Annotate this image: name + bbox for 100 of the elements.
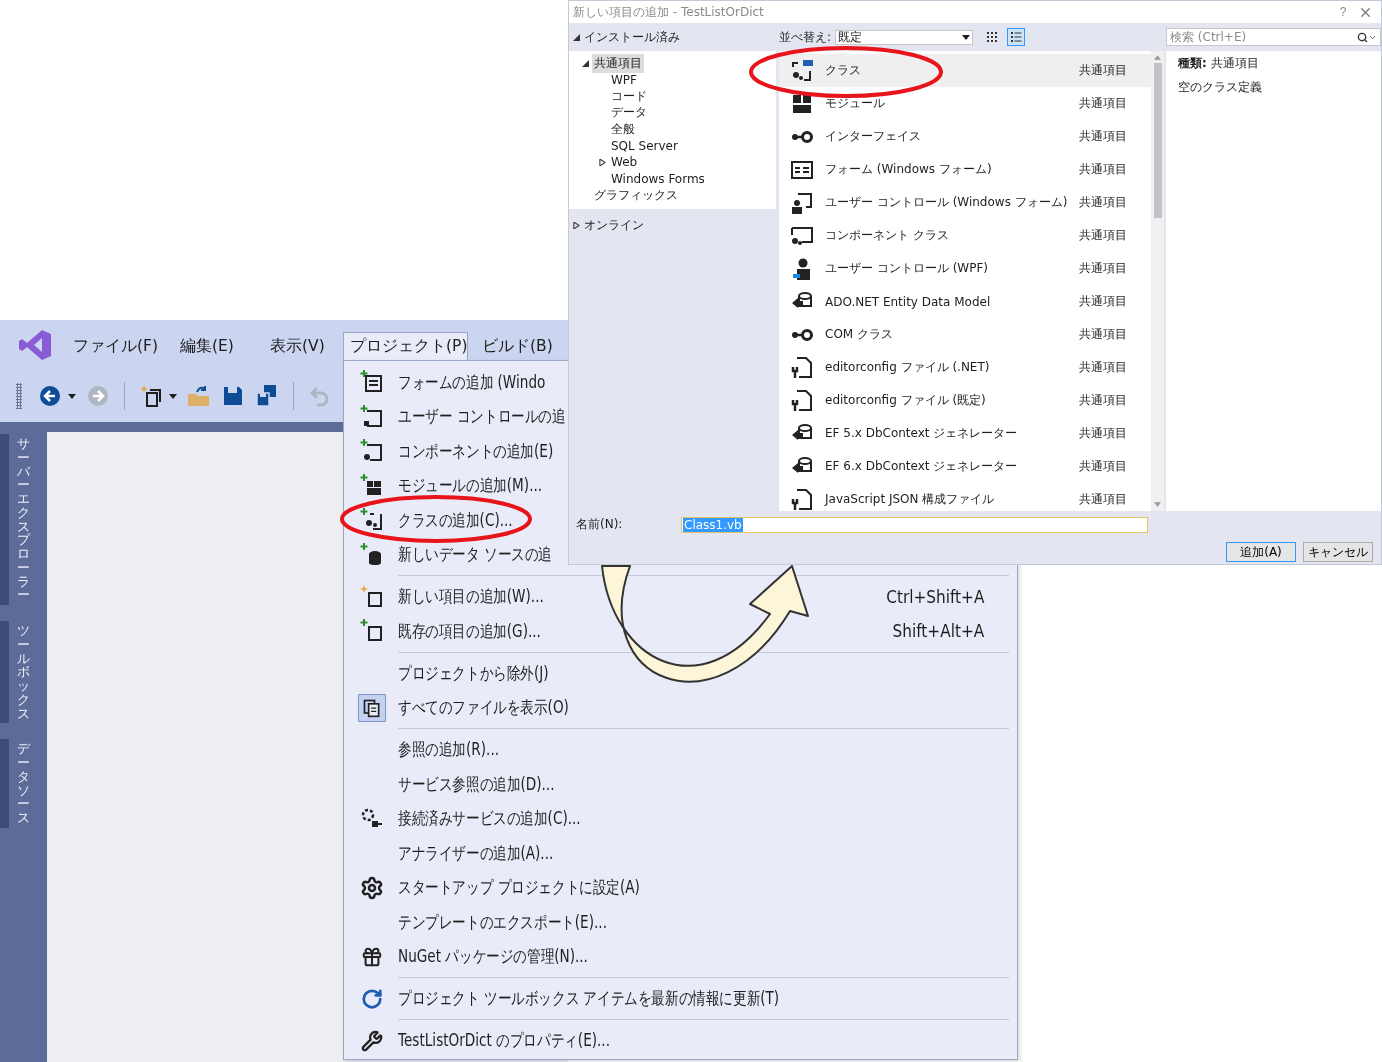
menu-item[interactable]: プロジェクトから除外(J) — [398, 661, 549, 685]
template-category: 共通項目 — [1079, 95, 1128, 112]
logo-icon — [18, 329, 52, 361]
menu-bar-item[interactable]: 表示(V) — [265, 332, 326, 360]
dialog-title: 新しい項目の追加 - TestListOrDict — [573, 3, 765, 21]
help-button[interactable]: ? — [1328, 4, 1358, 20]
refresh-icon — [361, 987, 383, 1010]
search-field[interactable]: 検索 (Ctrl+E) — [1166, 28, 1381, 46]
tree-header[interactable]: インストール済み — [584, 28, 680, 46]
tree-item[interactable]: Windows Forms — [609, 170, 707, 187]
menu-bar-item[interactable]: ビルド(B) — [477, 332, 554, 360]
shortcut-text: Shift+Alt+A — [892, 621, 986, 642]
view-toggle[interactable] — [1007, 28, 1026, 46]
template-category: 共通項目 — [1079, 128, 1128, 145]
menu-bar-item[interactable]: ファイル(F) — [68, 332, 159, 360]
menu-item[interactable]: ユーザー コントロールの追 — [398, 405, 566, 429]
collapse-triangle-icon[interactable] — [581, 59, 589, 67]
class-icon — [790, 58, 814, 83]
template-category: 共通項目 — [1079, 260, 1128, 277]
template-category: 共通項目 — [1079, 161, 1128, 178]
template-name: モジュール — [825, 95, 886, 112]
menu-item[interactable]: クラスの追加(C)... — [398, 508, 513, 532]
template-category: 共通項目 — [1079, 425, 1128, 442]
menu-item[interactable]: 参照の追加(R)... — [398, 738, 500, 762]
expand-triangle-icon[interactable] — [573, 221, 580, 229]
sort-select[interactable]: 既定 — [835, 29, 974, 45]
scroll-thumb[interactable] — [1153, 63, 1162, 218]
menu-item[interactable]: スタートアップ プロジェクトに設定(A) — [398, 876, 640, 900]
template-category: 共通項目 — [1079, 293, 1128, 310]
menu-item[interactable]: フォームの追加 (Windo — [398, 370, 546, 394]
template-category: 共通項目 — [1079, 62, 1128, 79]
template-name: クラス — [825, 62, 862, 79]
template-row[interactable]: クラス 共通項目 — [779, 54, 1151, 87]
description-text: 空のクラス定義 — [1178, 79, 1263, 96]
scrollbar[interactable] — [1151, 51, 1164, 511]
gift-icon — [361, 945, 383, 968]
grip-handle[interactable] — [16, 383, 22, 409]
menu-item[interactable]: 既存の項目の追加(G)... — [398, 619, 541, 643]
menu-item[interactable]: 接続済みサービスの追加(C)... — [398, 807, 581, 831]
menu-item[interactable]: NuGet パッケージの管理(N)... — [398, 945, 588, 969]
menu-item[interactable]: サービス参照の追加(D)... — [398, 772, 555, 796]
menu-bar-item[interactable]: 編集(E) — [175, 332, 235, 360]
file-icon — [790, 388, 814, 413]
collapse-triangle-icon[interactable] — [573, 33, 580, 41]
menu-item[interactable]: すべてのファイルを表示(O) — [398, 696, 569, 720]
caret-icon — [962, 34, 971, 40]
menu-bar-item[interactable]: プロジェクト(P) — [343, 332, 469, 360]
tree-header[interactable]: オンライン — [584, 216, 644, 234]
list-icon — [1010, 31, 1023, 43]
tree-item[interactable]: コード — [609, 86, 649, 106]
search-icon — [1357, 31, 1368, 43]
caret-icon — [169, 393, 177, 399]
type-text: 種類: 共通項目 — [1178, 55, 1260, 72]
file-icon — [790, 355, 814, 380]
grid-icon — [986, 31, 999, 43]
template-name: コンポーネント クラス — [825, 227, 950, 244]
wrench-icon — [361, 1029, 383, 1052]
caret-icon — [68, 393, 76, 399]
tree-item[interactable]: グラフィックス — [592, 185, 680, 205]
menu-item[interactable]: TestListOrDict のプロパティ(E)... — [398, 1029, 610, 1053]
template-name: ADO.NET Entity Data Model — [825, 294, 992, 309]
cancel-button[interactable]: キャンセル — [1303, 542, 1373, 562]
menu-item[interactable]: モジュールの追加(M)... — [398, 474, 543, 498]
settings-icon — [360, 875, 384, 900]
shortcut-text: Ctrl+Shift+A — [886, 586, 986, 607]
add-class-icon — [360, 508, 384, 533]
template-category: 共通項目 — [1079, 458, 1128, 475]
menu-item[interactable]: プロジェクト ツールボックス アイテムを最新の情報に更新(T) — [398, 987, 780, 1011]
template-name: フォーム (Windows フォーム) — [825, 161, 993, 178]
template-name: JavaScript JSON 構成ファイル — [825, 491, 996, 508]
tree-item[interactable]: Web — [609, 154, 640, 171]
template-name: インターフェイス — [825, 128, 922, 145]
menu-item[interactable]: コンポーネントの追加(E) — [398, 439, 554, 463]
user-control-icon — [790, 190, 814, 215]
file-icon — [790, 487, 814, 511]
template-category: 共通項目 — [1079, 194, 1128, 211]
template-name: EF 5.x DbContext ジェネレーター — [825, 425, 1019, 442]
menu-item[interactable]: テンプレートのエクスポート(E)... — [398, 910, 607, 934]
menu-item[interactable]: アナライザーの追加(A)... — [398, 841, 554, 865]
template-category: 共通項目 — [1079, 392, 1128, 409]
add-button[interactable]: 追加(A) — [1226, 542, 1296, 562]
menu-item[interactable]: 新しいデータ ソースの追 — [398, 543, 552, 567]
tree-item[interactable]: WPF — [609, 71, 639, 88]
template-name: editorconfig ファイル (既定) — [825, 392, 987, 409]
template-name: editorconfig ファイル (.NET) — [825, 359, 991, 376]
template-name: COM クラス — [825, 326, 894, 343]
menu-item[interactable]: 新しい項目の追加(W)... — [398, 585, 544, 609]
tree-item[interactable]: SQL Server — [609, 137, 680, 154]
expand-triangle-icon[interactable] — [598, 158, 606, 166]
add-database-icon — [360, 542, 384, 567]
template-category: 共通項目 — [1079, 359, 1128, 376]
add-module-icon — [360, 473, 384, 498]
add-existing-icon — [360, 619, 384, 644]
add-control-icon — [360, 404, 384, 429]
template-category: 共通項目 — [1079, 491, 1128, 508]
sort-label: 並べ替え: — [779, 28, 832, 46]
new-item-icon — [360, 584, 384, 609]
tree-item[interactable]: 共通項目 — [592, 53, 644, 73]
template-name: ユーザー コントロール (WPF) — [825, 260, 989, 277]
template-name: EF 6.x DbContext ジェネレーター — [825, 458, 1019, 475]
